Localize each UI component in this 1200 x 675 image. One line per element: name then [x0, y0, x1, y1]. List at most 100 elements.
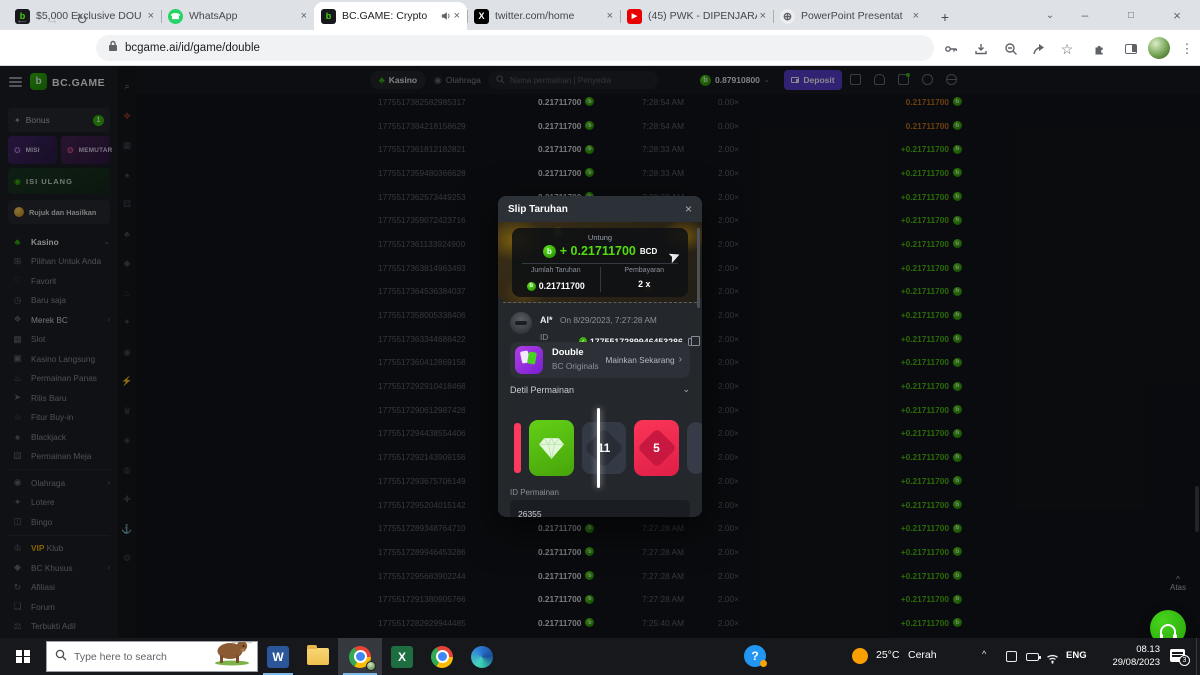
- back-button[interactable]: ←: [10, 7, 34, 31]
- tab-close-icon[interactable]: ×: [454, 10, 460, 22]
- show-desktop-sliver[interactable]: [1196, 638, 1197, 675]
- profit-label: Untung: [512, 233, 688, 242]
- taskbar-search-box[interactable]: [46, 641, 258, 672]
- tray-app-icon[interactable]: [1006, 651, 1017, 662]
- bookmark-star-icon[interactable]: ☆: [1058, 40, 1076, 58]
- download-icon[interactable]: [972, 40, 990, 58]
- modal-scrollbar-thumb[interactable]: [697, 228, 700, 308]
- tab-close-icon[interactable]: ×: [607, 10, 613, 22]
- browser-menu-dots-icon[interactable]: ⋮: [1178, 40, 1196, 58]
- notification-count-badge: 3: [1179, 655, 1190, 666]
- password-key-icon[interactable]: [942, 40, 960, 58]
- word-icon: W: [267, 646, 289, 668]
- search-highlight-ox-image[interactable]: [209, 641, 255, 671]
- window-minimize-button[interactable]: –: [1062, 0, 1108, 30]
- win-summary-panel: Untung b + 0.21711700 BCD Jumlah Taruhan…: [512, 228, 688, 297]
- help-icon[interactable]: ?: [744, 645, 766, 667]
- details-label: Detil Permainan: [510, 385, 574, 395]
- wifi-icon[interactable]: [1046, 651, 1059, 669]
- extensions-puzzle-icon[interactable]: [1090, 40, 1108, 58]
- browser-tab[interactable]: ☎ WhatsApp×: [161, 2, 314, 30]
- play-now-link[interactable]: Mainkan Sekarang ›: [605, 354, 682, 365]
- x-favicon: X: [474, 9, 489, 24]
- browser-tab[interactable]: Xtwitter.com/home×: [467, 2, 620, 30]
- tab-title: WhatsApp: [189, 10, 298, 22]
- taskbar-word-button[interactable]: W: [258, 638, 298, 675]
- taskbar-clock[interactable]: 08.13 29/08/2023: [1096, 643, 1160, 669]
- share-icon[interactable]: [1030, 40, 1048, 58]
- payout-block: Pembayaran 2 x: [600, 267, 689, 292]
- share-bet-icon[interactable]: [669, 250, 681, 268]
- tab-audio-icon[interactable]: [441, 11, 451, 21]
- game-id-label: ID Permainan: [510, 488, 559, 497]
- headset-icon: [1160, 624, 1176, 637]
- reload-button[interactable]: ↻: [70, 7, 94, 31]
- language-indicator[interactable]: ENG: [1066, 650, 1087, 661]
- card-gem[interactable]: [529, 420, 574, 476]
- taskbar-explorer-button[interactable]: [298, 638, 338, 675]
- tab-close-icon[interactable]: ×: [301, 10, 307, 22]
- taskbar-edge-button[interactable]: [462, 638, 502, 675]
- bcd-coin-icon: b: [527, 282, 536, 291]
- modal-close-icon[interactable]: ×: [685, 202, 692, 216]
- game-id-input[interactable]: [518, 509, 678, 517]
- taskbar-excel-button[interactable]: X: [382, 638, 422, 675]
- zoom-icon[interactable]: [1002, 40, 1020, 58]
- tab-close-icon[interactable]: ×: [760, 10, 766, 22]
- forward-button[interactable]: →: [40, 7, 64, 31]
- window-maximize-button[interactable]: □: [1108, 0, 1154, 30]
- file-explorer-icon: [307, 648, 329, 665]
- chrome-profile-badge: [366, 661, 376, 671]
- browser-tab[interactable]: ⊕PowerPoint Presentat×: [773, 2, 926, 30]
- weather-sun-icon[interactable]: [852, 648, 868, 664]
- excel-icon: X: [391, 646, 413, 668]
- tab-close-icon[interactable]: ×: [913, 10, 919, 22]
- globe-favicon: ⊕: [780, 9, 795, 24]
- weather-temperature[interactable]: 25°C: [876, 649, 899, 661]
- windows-taskbar: W X ? 25°C Cerah ^ ENG 08.13 29/08/2023 …: [0, 638, 1200, 675]
- taskbar-chrome-active-button[interactable]: [338, 638, 382, 675]
- bet-amount-value: 0.21711700: [539, 281, 585, 291]
- battery-icon[interactable]: [1026, 653, 1039, 661]
- browser-tab-strip: b$5,000 Exclusive DOU×☎WhatsApp×bBC.GAME…: [0, 0, 1200, 30]
- support-chat-button[interactable]: [1150, 610, 1186, 638]
- currency-label: BCD: [640, 247, 657, 256]
- lock-icon: [108, 39, 118, 57]
- profile-avatar[interactable]: [1148, 37, 1170, 59]
- new-tab-button[interactable]: +: [932, 4, 958, 30]
- win-banner: Untung b + 0.21711700 BCD Jumlah Taruhan…: [498, 222, 702, 303]
- payout-value: 2 x: [638, 279, 650, 289]
- tab-list: b$5,000 Exclusive DOU×☎WhatsApp×bBC.GAME…: [8, 2, 926, 30]
- card-number[interactable]: 11: [582, 422, 626, 474]
- start-button[interactable]: [0, 638, 46, 675]
- game-card[interactable]: Double BC Originals Mainkan Sekarang ›: [510, 342, 690, 378]
- side-panel-icon[interactable]: [1122, 40, 1140, 58]
- bettor-avatar: [510, 312, 532, 334]
- bettor-name: Al*: [540, 315, 553, 325]
- play-now-label: Mainkan Sekarang: [605, 355, 674, 365]
- game-details-toggle[interactable]: Detil Permainan ⌄: [510, 384, 690, 395]
- search-icon: [55, 648, 67, 666]
- browser-tab[interactable]: bBC.GAME: Crypto×: [314, 2, 467, 30]
- weather-condition[interactable]: Cerah: [908, 649, 937, 661]
- action-center-icon[interactable]: 3: [1170, 649, 1185, 662]
- card-number-red[interactable]: 5: [634, 420, 679, 476]
- tray-chevron-up-icon[interactable]: ^: [982, 649, 986, 659]
- game-id-field[interactable]: [510, 500, 690, 517]
- browser-tab[interactable]: ▶(45) PWK - DIPENJARA×: [620, 2, 773, 30]
- bet-timestamp: On 8/29/2023, 7:27:28 AM: [560, 315, 657, 325]
- tab-title: BC.GAME: Crypto: [342, 10, 439, 22]
- address-bar[interactable]: bcgame.ai/id/game/double: [96, 35, 934, 61]
- tab-search-chevron-icon[interactable]: ⌄: [1038, 0, 1062, 30]
- window-close-button[interactable]: ×: [1154, 0, 1200, 30]
- taskbar-chrome-button[interactable]: [422, 638, 462, 675]
- tab-close-icon[interactable]: ×: [148, 10, 154, 22]
- web-page: b BC.GAME ✦ Bonus 1 ✪ MISI ❂ MEMUTAR ◉ I…: [0, 66, 1200, 638]
- whatsapp-favicon: ☎: [168, 9, 183, 24]
- profit-value: + 0.21711700: [560, 244, 636, 258]
- windows-logo-icon: [16, 650, 30, 664]
- taskbar-search-input[interactable]: [74, 651, 184, 663]
- double-game-icon: [515, 346, 543, 374]
- bcd-coin-icon: b: [543, 245, 556, 258]
- card-value: 5: [653, 441, 660, 455]
